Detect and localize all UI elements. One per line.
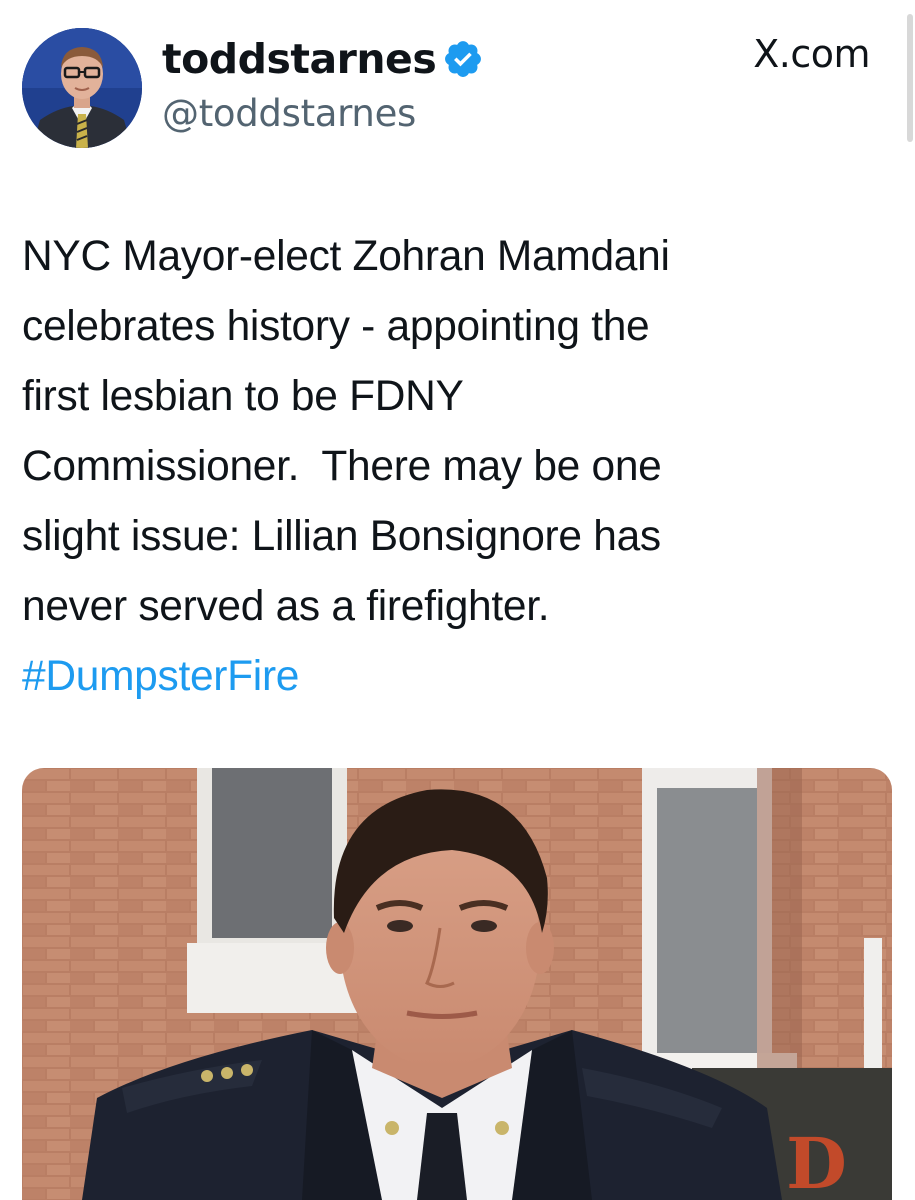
verified-badge-icon: [442, 38, 484, 85]
hashtag-link[interactable]: #DumpsterFire: [22, 653, 299, 700]
author-info: toddstarnes @toddstarnes: [162, 34, 484, 135]
tweet-line: Commissioner. There may be one: [22, 443, 662, 490]
site-label-text: X.com: [753, 32, 870, 76]
avatar[interactable]: [22, 28, 142, 148]
tweet-text: NYC Mayor-elect Zohran Mamdani celebrate…: [22, 222, 882, 712]
handle[interactable]: @toddstarnes: [162, 92, 484, 135]
photo-image: F D: [22, 768, 892, 1200]
display-name[interactable]: toddstarnes: [162, 35, 437, 83]
scrollbar[interactable]: [907, 14, 913, 142]
site-label[interactable]: X.com: [753, 32, 870, 76]
avatar-image: [22, 28, 142, 148]
tweet-line: NYC Mayor-elect Zohran Mamdani: [22, 233, 670, 280]
tweet-line: celebrates history - appointing the: [22, 303, 650, 350]
display-name-row: toddstarnes: [162, 34, 484, 84]
tweet-media-photo[interactable]: F D: [22, 768, 892, 1200]
tweet-header: toddstarnes @toddstarnes X.com: [22, 28, 892, 153]
tweet-line: first lesbian to be FDNY: [22, 373, 464, 420]
tweet-line: never served as a firefighter.: [22, 583, 550, 630]
tweet-line: slight issue: Lillian Bonsignore has: [22, 513, 661, 560]
